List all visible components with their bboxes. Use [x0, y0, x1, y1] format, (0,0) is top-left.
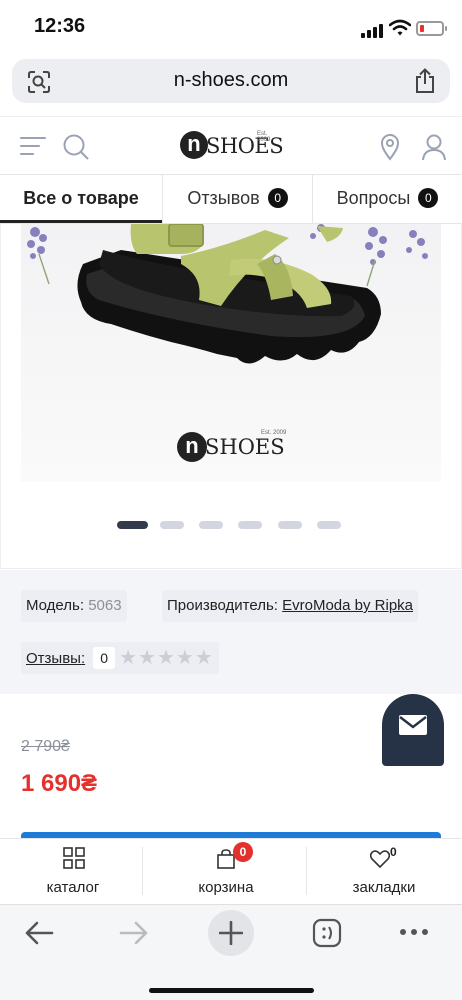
carousel-dot[interactable]: [160, 521, 184, 529]
tab-reviews[interactable]: Отзывов 0: [162, 175, 312, 223]
maker-label: Производитель:: [167, 597, 278, 614]
user-icon[interactable]: [421, 133, 447, 161]
nav-catalog[interactable]: каталог: [0, 839, 146, 905]
image-watermark-logo: n SHOES Est. 2009: [177, 430, 287, 466]
rating-stars[interactable]: ★★★★★: [119, 642, 214, 674]
search-icon[interactable]: [62, 133, 90, 161]
menu-icon[interactable]: [20, 135, 46, 157]
cellular-signal-icon: [361, 24, 383, 38]
bottom-nav: каталог 0 корзина 0 закладки: [0, 838, 462, 904]
new-tab-button[interactable]: [208, 910, 254, 956]
plus-icon: [219, 921, 243, 945]
home-indicator: [149, 988, 314, 993]
address-bar[interactable]: n-shoes.com: [12, 59, 450, 103]
logo-letter: n: [180, 131, 208, 159]
contact-button[interactable]: [382, 694, 444, 766]
maker-chip: Производитель: EvroModa by Ripka: [162, 590, 419, 622]
nav-cart-label: корзина: [198, 879, 254, 896]
reviews-link[interactable]: Отзывы:: [26, 650, 85, 667]
tabs-smiley-icon[interactable]: [312, 918, 342, 948]
carousel-dot[interactable]: [317, 521, 341, 529]
questions-count-badge: 0: [418, 188, 439, 208]
current-price: 1 690₴: [21, 770, 98, 797]
reviews-chip: Отзывы: 0 ★★★★★: [21, 642, 219, 674]
grid-icon: [63, 847, 85, 869]
tab-questions-label: Вопросы: [336, 188, 411, 208]
browser-toolbar: [0, 904, 462, 1000]
nav-bookmarks[interactable]: 0 закладки: [306, 839, 462, 905]
watermark-letter: n: [177, 432, 207, 462]
site-header: n SHOES Est. 2009: [0, 116, 462, 174]
reviews-count-badge: 0: [267, 188, 288, 208]
nav-bookmarks-label: закладки: [352, 879, 416, 896]
share-icon[interactable]: [414, 68, 436, 94]
forward-arrow-icon[interactable]: [119, 920, 149, 946]
clock: 12:36: [34, 15, 86, 37]
location-pin-icon[interactable]: [380, 133, 400, 161]
carousel-dot[interactable]: [238, 521, 262, 529]
watermark-est: Est. 2009: [261, 430, 287, 436]
carousel-dot[interactable]: [199, 521, 223, 529]
old-price: 2 790₴: [21, 738, 70, 755]
logo-est: Est. 2009: [257, 131, 271, 143]
model-chip: Модель: 5063: [21, 590, 127, 622]
mail-icon: [399, 715, 427, 735]
wifi-icon: [389, 19, 411, 36]
tab-about[interactable]: Все о товаре: [0, 175, 162, 223]
nav-catalog-label: каталог: [46, 879, 100, 896]
url-text[interactable]: n-shoes.com: [12, 69, 450, 92]
carousel-dot[interactable]: [117, 521, 148, 529]
more-options-icon[interactable]: [399, 928, 429, 936]
model-label: Модель:: [26, 597, 85, 614]
tab-about-label: Все о товаре: [23, 188, 139, 208]
bookmarks-count-badge: 0: [390, 845, 397, 859]
back-arrow-icon[interactable]: [24, 920, 54, 946]
divider: [142, 847, 143, 895]
watermark-word: SHOES: [205, 435, 285, 459]
model-value: 5063: [88, 597, 122, 614]
maker-link[interactable]: EvroModa by Ripka: [282, 597, 413, 614]
heart-icon: [370, 850, 390, 868]
product-photo[interactable]: n SHOES Est. 2009: [21, 224, 441, 482]
cart-count-badge: 0: [233, 842, 253, 862]
nav-cart[interactable]: 0 корзина: [146, 839, 306, 905]
product-tabs: Все о товаре Отзывов 0 Вопросы 0: [0, 174, 462, 224]
reviews-count: 0: [93, 647, 116, 669]
carousel-dot[interactable]: [278, 521, 302, 529]
site-logo[interactable]: n SHOES Est. 2009: [180, 131, 284, 161]
status-bar: 12:36: [0, 0, 462, 56]
product-info: Модель: 5063 Производитель: EvroModa by …: [0, 570, 462, 694]
tab-questions[interactable]: Вопросы 0: [312, 175, 462, 223]
tab-reviews-label: Отзывов: [187, 188, 260, 208]
battery-low-icon: [416, 21, 447, 36]
